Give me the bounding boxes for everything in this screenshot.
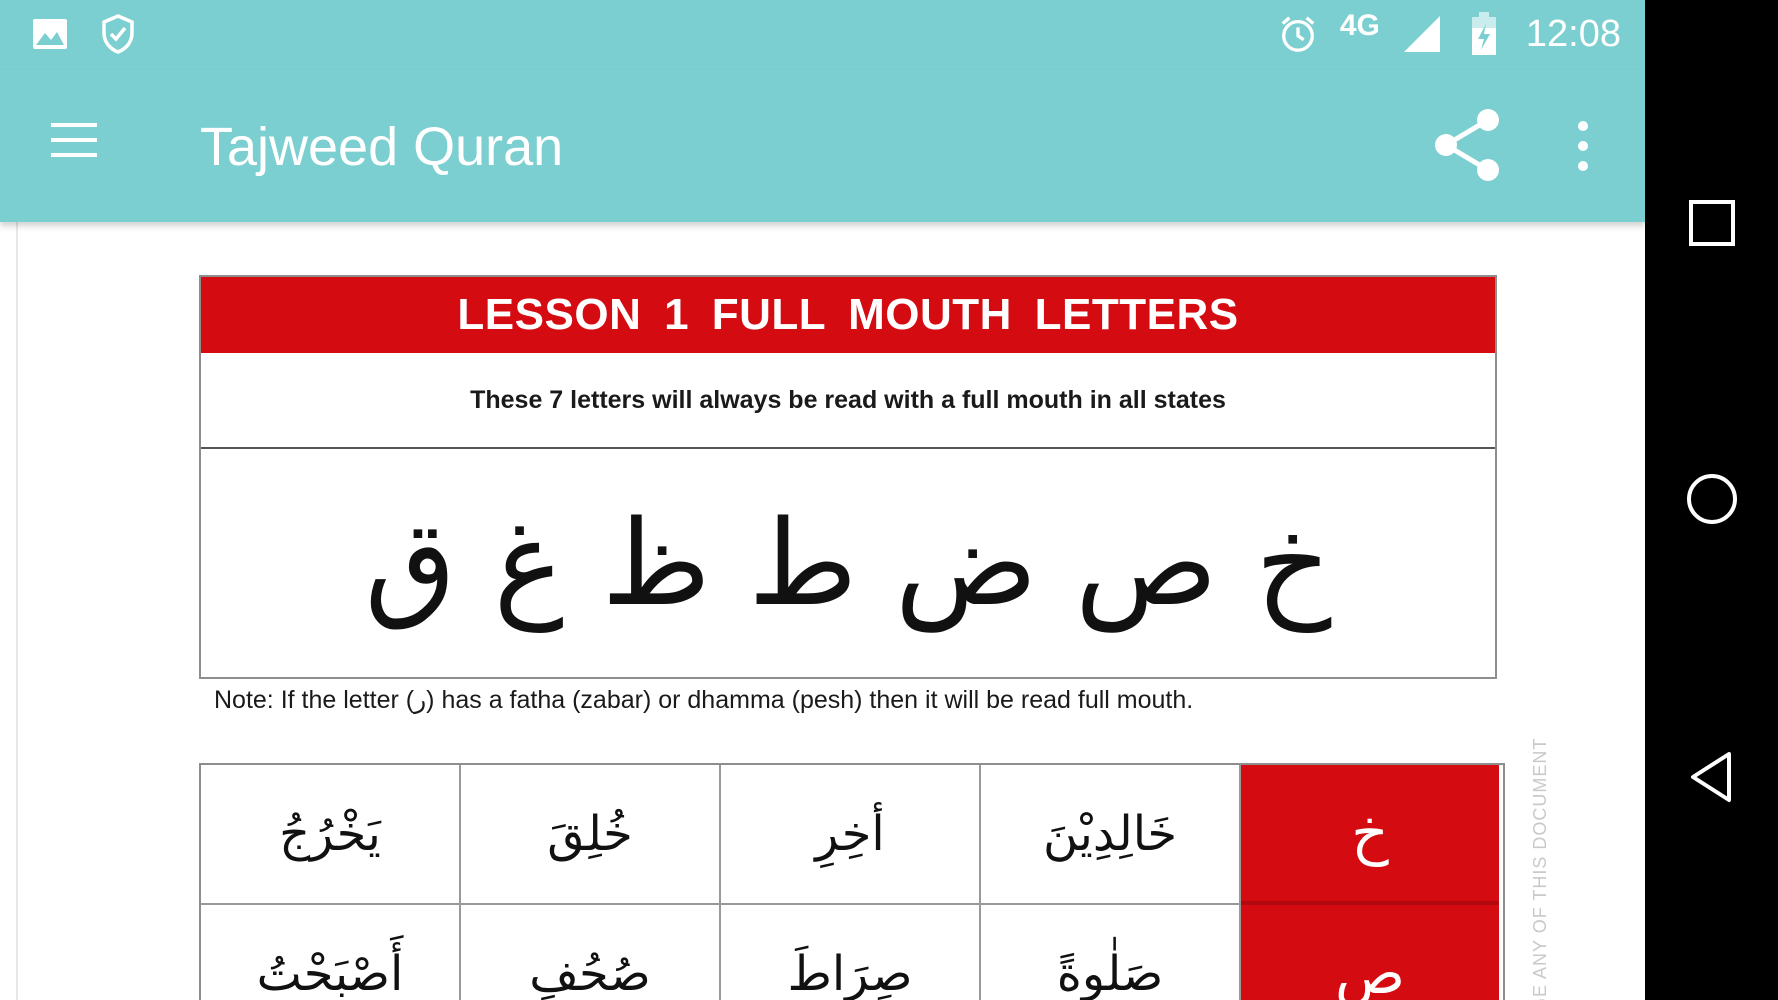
status-left-icons bbox=[30, 12, 138, 56]
home-icon bbox=[1687, 474, 1737, 524]
share-icon bbox=[1435, 109, 1499, 181]
watermark-text: GE ANY OF THIS DOCUMENT bbox=[1530, 737, 1550, 1000]
app-bar: Tajweed Quran bbox=[0, 70, 1645, 222]
full-mouth-letters: خ ص ض ط ظ غ ق bbox=[364, 494, 1332, 632]
example-word: يَخْرُجُ bbox=[201, 765, 461, 905]
image-icon bbox=[30, 12, 70, 56]
more-vert-icon bbox=[1578, 121, 1588, 171]
back-icon bbox=[1691, 752, 1731, 802]
shield-check-icon bbox=[98, 12, 138, 56]
example-word: خَالِدِيْنَ bbox=[981, 765, 1241, 905]
lesson-header: LESSON 1 FULL MOUTH LETTERS bbox=[201, 277, 1495, 353]
examples-table: يَخْرُجُ خُلِقَ أخِرِ خَالِدِيْنَ خ أَصْ… bbox=[199, 763, 1505, 1000]
more-options-button[interactable] bbox=[1566, 116, 1600, 176]
signal-icon bbox=[1402, 12, 1442, 56]
lesson-subtitle: These 7 letters will always be read with… bbox=[201, 353, 1495, 449]
battery-charging-icon bbox=[1464, 12, 1504, 56]
network-type: 4G bbox=[1339, 9, 1380, 42]
content-left-edge bbox=[16, 222, 18, 1000]
status-time: 12:08 bbox=[1525, 13, 1621, 55]
example-word: صَلٰوةً bbox=[981, 905, 1241, 1000]
example-word: خُلِقَ bbox=[461, 765, 721, 905]
recents-icon bbox=[1689, 200, 1735, 246]
lesson-box: LESSON 1 FULL MOUTH LETTERS These 7 lett… bbox=[199, 275, 1497, 679]
example-letter: ص bbox=[1241, 905, 1499, 1000]
example-word: أَصْبَحْتُ bbox=[201, 905, 461, 1000]
home-button[interactable] bbox=[1681, 468, 1743, 530]
app-title: Tajweed Quran bbox=[200, 117, 564, 177]
status-right-icons: 4G 12:08 bbox=[1278, 8, 1621, 60]
lesson-content[interactable]: LESSON 1 FULL MOUTH LETTERS These 7 lett… bbox=[0, 222, 1645, 1000]
share-button[interactable] bbox=[1432, 106, 1504, 184]
menu-button[interactable] bbox=[44, 110, 114, 180]
navigation-bar bbox=[1645, 0, 1778, 1000]
example-word: صُحُفٍ bbox=[461, 905, 721, 1000]
alarm-icon bbox=[1278, 12, 1318, 56]
lesson-note: Note: If the letter (ر) has a fatha (zab… bbox=[214, 686, 1194, 714]
status-bar: 4G 12:08 bbox=[0, 0, 1645, 70]
menu-icon bbox=[51, 123, 97, 157]
recents-button[interactable] bbox=[1681, 192, 1743, 254]
example-letter: خ bbox=[1241, 765, 1499, 905]
back-button[interactable] bbox=[1681, 746, 1743, 808]
example-word: أخِرِ bbox=[721, 765, 981, 905]
example-word: صِرَاطَ bbox=[721, 905, 981, 1000]
